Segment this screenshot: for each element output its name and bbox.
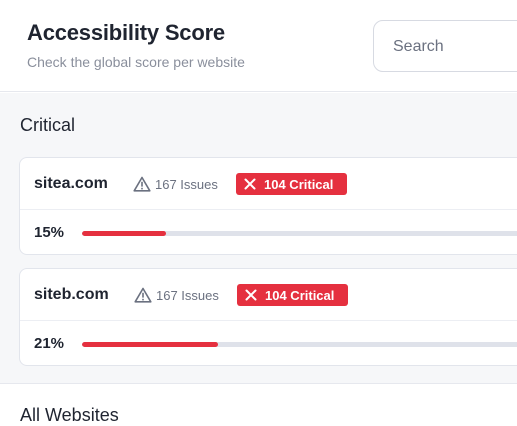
score-percent: 21% — [34, 335, 65, 352]
site-name: siteb.com — [34, 286, 109, 303]
critical-badge-label: 104 Critical — [265, 288, 335, 303]
score-progress-fill — [82, 231, 166, 236]
close-x-icon — [245, 289, 257, 301]
score-progress-track — [82, 342, 517, 347]
site-card-header: sitea.com 167 Issues 104 Critical — [20, 158, 517, 210]
warning-triangle-icon — [134, 287, 152, 303]
critical-badge: 104 Critical — [236, 173, 347, 195]
site-card[interactable]: sitea.com 167 Issues 104 Critical 15% — [19, 157, 517, 255]
section-title-all-websites: All Websites — [20, 405, 119, 425]
score-progress-track — [82, 231, 517, 236]
score-progress-fill — [82, 342, 219, 347]
page-subtitle: Check the global score per website — [27, 54, 245, 70]
site-card-header: siteb.com 167 Issues 104 Critical — [20, 269, 517, 321]
all-websites-section: All Websites — [0, 384, 517, 426]
accessibility-score-panel: Accessibility Score Check the global sco… — [0, 0, 517, 426]
issues-count: 167 Issues — [155, 177, 218, 192]
warning-triangle-icon — [133, 176, 151, 192]
panel-body: Critical sitea.com 167 Issues 104 Critic… — [0, 93, 517, 426]
page-title: Accessibility Score — [27, 20, 225, 45]
site-card[interactable]: siteb.com 167 Issues 104 Critical 21% — [19, 268, 517, 366]
panel-header: Accessibility Score Check the global sco… — [0, 0, 517, 92]
issues-count: 167 Issues — [156, 288, 219, 303]
section-title-critical: Critical — [20, 115, 76, 135]
search-input[interactable]: Search — [373, 20, 517, 72]
close-x-icon — [244, 178, 256, 190]
critical-badge: 104 Critical — [237, 284, 348, 306]
search-placeholder: Search — [393, 38, 444, 55]
critical-badge-label: 104 Critical — [264, 177, 334, 192]
site-name: sitea.com — [34, 175, 108, 192]
score-percent: 15% — [34, 224, 65, 241]
